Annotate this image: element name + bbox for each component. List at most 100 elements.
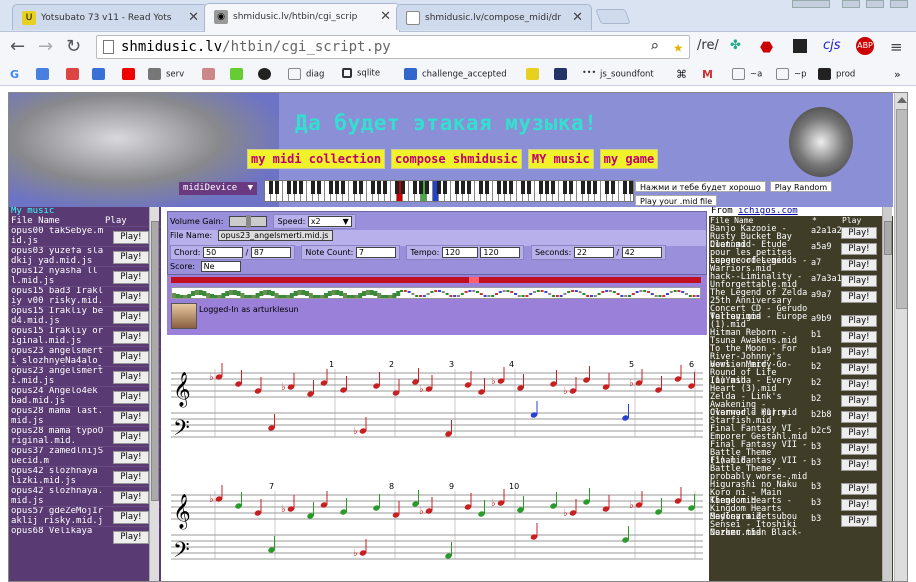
piano-black-key[interactable]: [269, 181, 273, 194]
left-scrollbar[interactable]: [149, 207, 159, 581]
piano-black-key[interactable]: [425, 181, 429, 194]
piano-black-key[interactable]: [395, 181, 399, 194]
piano-black-key[interactable]: [587, 181, 591, 194]
piano-black-key[interactable]: [605, 181, 609, 194]
piano-black-key[interactable]: [521, 181, 525, 194]
score-field[interactable]: Ne: [200, 261, 241, 272]
play-button[interactable]: Play!: [113, 251, 149, 264]
piano-black-key[interactable]: [383, 181, 387, 194]
scrollbar-thumb[interactable]: [896, 109, 907, 309]
piano-black-key[interactable]: [287, 181, 291, 194]
bookmark-icon[interactable]: [230, 68, 248, 80]
piano-black-key[interactable]: [443, 181, 447, 194]
nav-compose-shmidusic[interactable]: compose shmidusic: [391, 149, 522, 169]
cjs-extension-icon[interactable]: cjs: [823, 38, 841, 53]
bookmark-icon[interactable]: [66, 68, 84, 80]
piano-black-key[interactable]: [311, 181, 315, 194]
piano-black-key[interactable]: [503, 181, 507, 194]
google-bookmark[interactable]: G: [10, 68, 28, 81]
progress-handle[interactable]: [469, 277, 479, 283]
play-button[interactable]: Play!: [113, 391, 149, 404]
play-button[interactable]: Play!: [841, 275, 877, 287]
play-button[interactable]: Play!: [113, 371, 149, 384]
bookmark-icon[interactable]: [202, 68, 220, 80]
play-your-mid-button[interactable]: Play your .mid file: [635, 195, 718, 206]
piano-black-key[interactable]: [593, 181, 597, 194]
github-bookmark[interactable]: [258, 68, 276, 80]
play-random-button[interactable]: Play Random: [769, 181, 833, 192]
gmail-bookmark[interactable]: M: [702, 68, 720, 81]
bookmark-a[interactable]: ~a: [732, 68, 762, 80]
piano-black-key[interactable]: [581, 181, 585, 194]
piano-black-key[interactable]: [611, 181, 615, 194]
piano-black-key[interactable]: [551, 181, 555, 194]
piano-black-key[interactable]: [353, 181, 357, 194]
piano-black-key[interactable]: [401, 181, 405, 194]
profile-button[interactable]: [792, 0, 830, 8]
play-button[interactable]: Play!: [113, 511, 149, 524]
piano-black-key[interactable]: [437, 181, 441, 194]
speed-select[interactable]: x2 ▼: [307, 216, 352, 227]
play-button[interactable]: Play!: [841, 259, 877, 271]
play-button[interactable]: Play!: [841, 459, 877, 471]
bookmark-icon[interactable]: [554, 68, 572, 80]
search-icon[interactable]: ⌕: [650, 37, 659, 55]
play-button[interactable]: Play!: [841, 243, 877, 255]
piano-black-key[interactable]: [293, 181, 297, 194]
piano-black-key[interactable]: [371, 181, 375, 194]
play-button[interactable]: Play!: [841, 291, 877, 303]
more-bookmarks-icon[interactable]: »: [894, 68, 901, 81]
play-button[interactable]: Play!: [841, 395, 877, 407]
piano-black-key[interactable]: [329, 181, 333, 194]
play-button[interactable]: Play!: [841, 443, 877, 455]
play-button[interactable]: Play!: [113, 451, 149, 464]
piano-black-key[interactable]: [419, 181, 423, 194]
bookmark-js-soundfont[interactable]: ••• js_soundfont: [582, 68, 654, 80]
piano-black-key[interactable]: [545, 181, 549, 194]
close-icon[interactable]: ✕: [380, 9, 391, 24]
bookmark-icon[interactable]: [526, 68, 544, 80]
scroll-up-icon[interactable]: [897, 97, 907, 103]
score-minimap[interactable]: [171, 287, 701, 299]
reload-icon[interactable]: ↻: [66, 36, 81, 57]
address-bar[interactable]: shmidusic.lv/htbin/cgi_script.py ⌕ ★: [96, 35, 690, 59]
close-icon[interactable]: ✕: [188, 10, 199, 25]
bookmark-icon[interactable]: [92, 68, 110, 80]
bookmark-icon[interactable]: ⌘: [676, 68, 694, 81]
play-button[interactable]: Play!: [113, 351, 149, 364]
piano-black-key[interactable]: [629, 181, 633, 194]
hint-button[interactable]: Нажми и тебе будет хорошо: [635, 181, 766, 192]
ichigos-link[interactable]: ichigos.com: [738, 207, 798, 216]
right-scrollbar[interactable]: [882, 207, 892, 581]
piano-black-key[interactable]: [341, 181, 345, 194]
filename-field[interactable]: opus23_angelsmerti.mid.js: [217, 230, 333, 241]
play-button[interactable]: Play!: [841, 347, 877, 359]
play-button[interactable]: Play!: [113, 491, 149, 504]
block-extension-icon[interactable]: ⬣: [760, 38, 773, 56]
play-button[interactable]: Play!: [113, 291, 149, 304]
piano-black-key[interactable]: [479, 181, 483, 194]
tab-cgi-script[interactable]: ◉ shmidusic.lv/htbin/cgi_scrip ✕: [204, 3, 400, 32]
play-button[interactable]: Play!: [841, 411, 877, 423]
play-button[interactable]: Play!: [841, 315, 877, 327]
piano-black-key[interactable]: [467, 181, 471, 194]
scrollbar-thumb[interactable]: [884, 221, 892, 255]
play-button[interactable]: Play!: [113, 331, 149, 344]
scrollbar-thumb[interactable]: [151, 221, 159, 501]
nav-my-midi-collection[interactable]: my midi collection: [247, 149, 386, 169]
tempo-field[interactable]: 120: [441, 247, 478, 258]
puzzle-extension-icon[interactable]: ✤: [730, 38, 741, 53]
play-button[interactable]: Play!: [841, 427, 877, 439]
translate-bookmark[interactable]: [36, 68, 54, 80]
nav-my-game[interactable]: my game: [599, 149, 659, 169]
tab-compose-midi[interactable]: shmidusic.lv/compose_midi/dr ✕: [396, 4, 592, 30]
piano-black-key[interactable]: [509, 181, 513, 194]
bookmark-challenge[interactable]: challenge_accepted: [404, 68, 507, 80]
play-button[interactable]: Play!: [113, 471, 149, 484]
piano-black-key[interactable]: [413, 181, 417, 194]
play-button[interactable]: Play!: [113, 411, 149, 424]
piano-black-key[interactable]: [497, 181, 501, 194]
piano-black-key[interactable]: [377, 181, 381, 194]
piano-black-key[interactable]: [623, 181, 627, 194]
play-button[interactable]: Play!: [841, 227, 877, 239]
